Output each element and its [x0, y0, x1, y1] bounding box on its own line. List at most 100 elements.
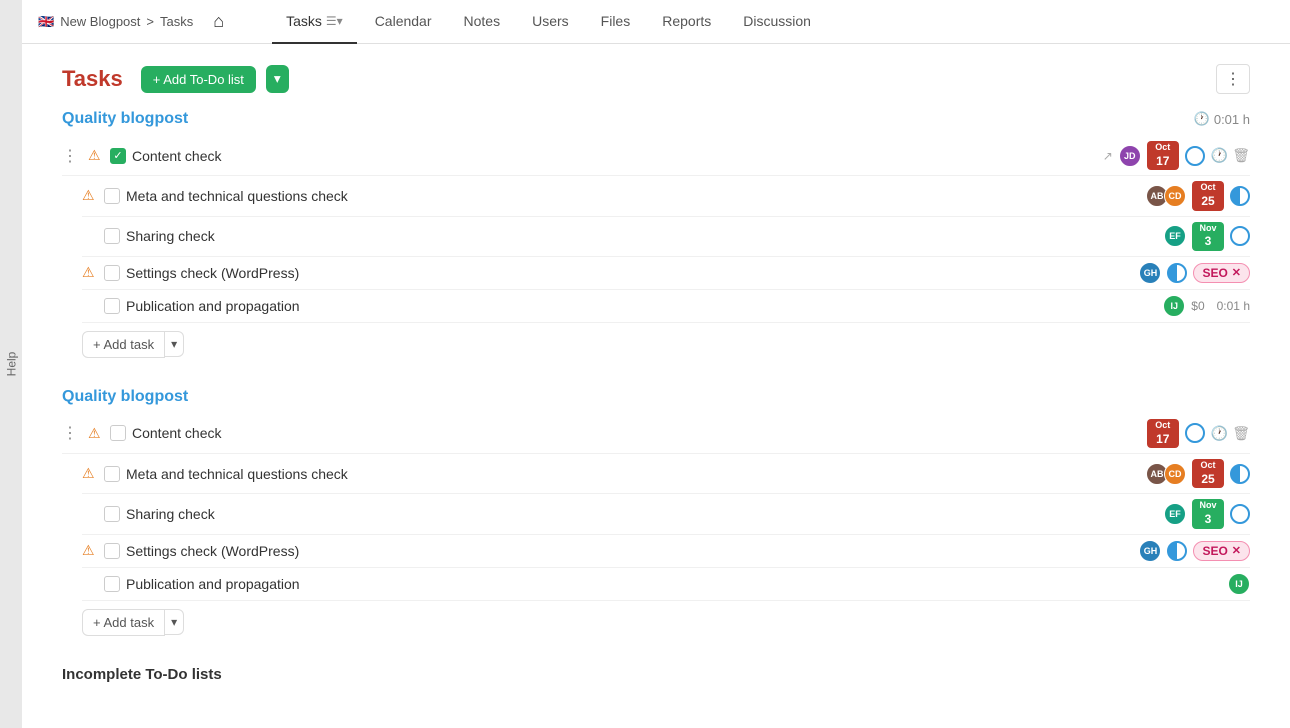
task-name[interactable]: Sharing check — [126, 228, 1158, 244]
section-header-2: Quality blogpost — [62, 388, 1250, 406]
drag-handle-icon[interactable]: ⋮ — [62, 146, 78, 166]
date-badge[interactable]: Oct17 — [1147, 419, 1179, 448]
task-name[interactable]: Content check — [132, 425, 1141, 441]
top-nav: 🇬🇧 New Blogpost > Tasks ⌂ Tasks ☰▾Calend… — [22, 0, 1290, 44]
task-name[interactable]: Settings check (WordPress) — [126, 265, 1133, 281]
avatar: EF — [1164, 503, 1186, 525]
status-circle[interactable] — [1185, 423, 1205, 443]
add-todo-button[interactable]: + Add To-Do list — [141, 66, 256, 93]
flag-icon: 🇬🇧 — [38, 14, 54, 30]
status-circle[interactable] — [1167, 263, 1187, 283]
status-circle[interactable] — [1230, 226, 1250, 246]
breadcrumb-sep: > — [146, 14, 154, 29]
help-sidebar: Help — [0, 0, 22, 728]
nav-tab-calendar[interactable]: Calendar — [361, 0, 446, 44]
task-name[interactable]: Meta and technical questions check — [126, 188, 1140, 204]
avatar: JD — [1119, 145, 1141, 167]
add-task-arrow-button[interactable]: ▾ — [165, 331, 184, 357]
task-row: ⚠Settings check (WordPress)GHSEO✕ — [82, 535, 1250, 568]
task-price: $0 — [1191, 299, 1204, 313]
add-todo-arrow-button[interactable]: ▾ — [266, 65, 289, 93]
home-icon[interactable]: ⌂ — [213, 11, 224, 32]
section-time-1: 🕐 0:01 h — [1194, 111, 1250, 127]
task-time: 0:01 h — [1217, 299, 1250, 313]
seo-remove-button[interactable]: ✕ — [1232, 544, 1241, 557]
add-task-group-2: + Add task ▾ — [82, 609, 1250, 636]
date-badge[interactable]: Oct25 — [1192, 181, 1224, 210]
task-checkbox[interactable] — [104, 228, 120, 244]
nav-tab-discussion[interactable]: Discussion — [729, 0, 825, 44]
breadcrumb: 🇬🇧 New Blogpost > Tasks — [38, 14, 193, 30]
avatar: IJ — [1228, 573, 1250, 595]
avatar-group: IJ — [1228, 573, 1250, 595]
task-checkbox[interactable] — [110, 425, 126, 441]
delete-icon[interactable]: 🗑 — [1232, 425, 1250, 442]
status-circle[interactable] — [1185, 146, 1205, 166]
task-row: Sharing check EF Nov3 — [82, 217, 1250, 257]
task-row: ⚠Meta and technical questions checkABCDO… — [82, 454, 1250, 494]
nav-tab-tasks[interactable]: Tasks ☰▾ — [272, 0, 357, 44]
section-title-1[interactable]: Quality blogpost — [62, 110, 188, 128]
nav-tab-notes[interactable]: Notes — [450, 0, 515, 44]
row-actions: 🕐🗑 — [1211, 147, 1250, 164]
task-name[interactable]: Publication and propagation — [126, 298, 1157, 314]
clock-icon: 🕐 — [1194, 111, 1210, 127]
task-row: ⚠Meta and technical questions checkABCDO… — [82, 176, 1250, 216]
delete-icon[interactable]: 🗑 — [1232, 147, 1250, 164]
status-circle[interactable] — [1230, 464, 1250, 484]
date-badge[interactable]: Nov3 — [1192, 499, 1224, 528]
task-checkbox[interactable] — [104, 265, 120, 281]
seo-tag: SEO✕ — [1193, 263, 1250, 283]
date-badge[interactable]: Oct25 — [1192, 459, 1224, 488]
avatar-group: GH — [1139, 540, 1161, 562]
tab-icon-tasks: ☰▾ — [326, 14, 343, 28]
clock-icon[interactable]: 🕐 — [1211, 147, 1228, 164]
task-checkbox[interactable] — [104, 466, 120, 482]
status-circle[interactable] — [1230, 504, 1250, 524]
task-checkbox[interactable] — [104, 298, 120, 314]
task-name[interactable]: Content check — [132, 148, 1097, 164]
section-title-2[interactable]: Quality blogpost — [62, 388, 188, 406]
row-actions: 🕐🗑 — [1211, 425, 1250, 442]
status-circle[interactable] — [1167, 541, 1187, 561]
date-badge[interactable]: Nov3 — [1192, 222, 1224, 251]
task-checkbox[interactable] — [110, 148, 126, 164]
task-name[interactable]: Sharing check — [126, 506, 1158, 522]
external-link-icon[interactable]: ↗ — [1103, 149, 1113, 163]
tasks-title: Tasks — [62, 66, 123, 92]
task-name[interactable]: Publication and propagation — [126, 576, 1222, 592]
nav-tab-reports[interactable]: Reports — [648, 0, 725, 44]
task-row: Publication and propagation IJ $0 0:01 h — [82, 290, 1250, 323]
project-name[interactable]: New Blogpost — [60, 14, 140, 29]
task-checkbox[interactable] — [104, 576, 120, 592]
clock-icon[interactable]: 🕐 — [1211, 425, 1228, 442]
nav-tab-users[interactable]: Users — [518, 0, 583, 44]
avatar: GH — [1139, 540, 1161, 562]
date-badge[interactable]: Oct17 — [1147, 141, 1179, 170]
add-task-arrow-button[interactable]: ▾ — [165, 609, 184, 635]
nav-tab-files[interactable]: Files — [587, 0, 645, 44]
warning-icon: ⚠ — [88, 147, 104, 164]
task-meta: $0 0:01 h — [1191, 299, 1250, 313]
warning-icon: ⚠ — [82, 264, 98, 281]
add-task-group-1: + Add task ▾ — [82, 331, 1250, 358]
avatar-group: EF — [1164, 503, 1186, 525]
task-name[interactable]: Settings check (WordPress) — [126, 543, 1133, 559]
warning-icon: ⚠ — [82, 542, 98, 559]
status-circle[interactable] — [1230, 186, 1250, 206]
drag-handle-icon[interactable]: ⋮ — [62, 423, 78, 443]
task-checkbox[interactable] — [104, 543, 120, 559]
add-task-button[interactable]: + Add task — [82, 609, 165, 636]
nav-tabs: Tasks ☰▾CalendarNotesUsersFilesReportsDi… — [272, 0, 825, 44]
task-name[interactable]: Meta and technical questions check — [126, 466, 1140, 482]
task-checkbox[interactable] — [104, 188, 120, 204]
avatar-group: GH — [1139, 262, 1161, 284]
task-checkbox[interactable] — [104, 506, 120, 522]
avatar: IJ — [1163, 295, 1185, 317]
seo-remove-button[interactable]: ✕ — [1232, 266, 1241, 279]
avatar-group: EF — [1164, 225, 1186, 247]
avatar-group: IJ — [1163, 295, 1185, 317]
avatar: CD — [1164, 463, 1186, 485]
more-options-button[interactable]: ⋮ — [1216, 64, 1250, 94]
add-task-button[interactable]: + Add task — [82, 331, 165, 358]
